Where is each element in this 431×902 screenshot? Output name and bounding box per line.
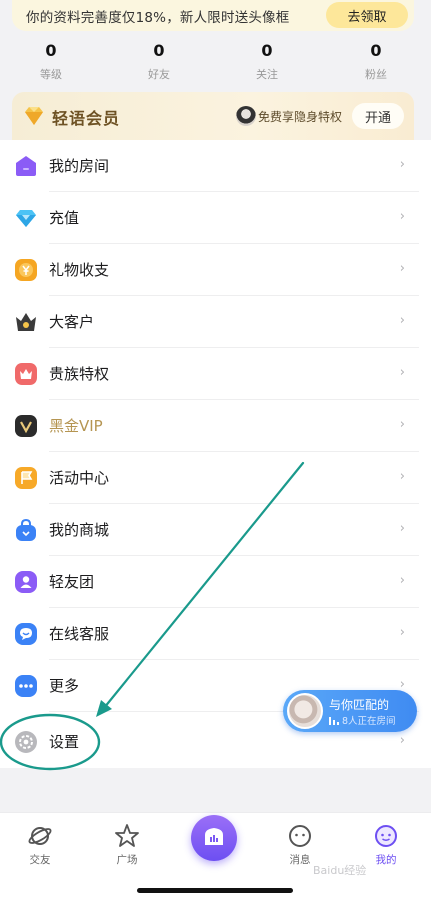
chevron-right-icon: › xyxy=(399,469,405,484)
chevron-right-icon: › xyxy=(399,261,405,276)
more-dots-icon xyxy=(15,675,37,697)
menu-label: 我的房间 xyxy=(49,157,110,175)
stat-following-label: 关注 xyxy=(256,68,278,81)
vip-open-button[interactable]: 开通 xyxy=(352,103,404,129)
claim-button[interactable]: 去领取 xyxy=(326,2,408,28)
watermark: Baidu经验 xyxy=(313,864,367,877)
chevron-right-icon: › xyxy=(399,365,405,380)
diamond-icon xyxy=(16,210,36,227)
stat-level[interactable]: 0 等级 xyxy=(11,40,91,85)
menu-item-vip-client[interactable]: 大客户 › xyxy=(0,296,431,348)
menu-label: 活动中心 xyxy=(49,469,110,487)
menu-item-activity-center[interactable]: 活动中心 › xyxy=(0,452,431,504)
stat-fans-label: 粉丝 xyxy=(365,68,387,81)
stat-friends[interactable]: 0 好友 xyxy=(119,40,199,85)
profile-face-icon xyxy=(375,825,397,847)
house-icon xyxy=(16,156,36,176)
menu-label: 在线客服 xyxy=(49,625,110,643)
menu-label: 更多 xyxy=(49,677,80,695)
menu-item-black-gold-vip[interactable]: 黑金VIP › xyxy=(0,400,431,452)
match-title: 与你匹配的 xyxy=(329,698,390,712)
chevron-right-icon: › xyxy=(399,417,405,432)
star-icon xyxy=(115,824,139,847)
chevron-right-icon: › xyxy=(399,521,405,536)
menu-list: 我的房间 › 充值 › 礼物收支 › 大客户 › 贵族特权 › 黑金VIP › … xyxy=(0,140,431,768)
tab-profile[interactable]: 我的 xyxy=(356,823,416,867)
vip-description: 免费享隐身特权 xyxy=(258,110,343,124)
live-room-icon xyxy=(205,828,223,845)
menu-label: 设置 xyxy=(49,733,80,751)
user-badge-icon xyxy=(15,571,37,593)
stat-fans[interactable]: 0 粉丝 xyxy=(336,40,416,85)
menu-item-gift-income[interactable]: 礼物收支 › xyxy=(0,244,431,296)
menu-item-online-service[interactable]: 在线客服 › xyxy=(0,608,431,660)
chevron-right-icon: › xyxy=(399,313,405,328)
match-subtitle: 8人正在房间 xyxy=(342,716,396,727)
tab-square[interactable]: 广场 xyxy=(97,823,157,867)
home-indicator xyxy=(137,888,293,893)
chevron-right-icon: › xyxy=(399,733,405,748)
chevron-right-icon: › xyxy=(399,625,405,640)
vip-membership-bar[interactable]: 轻语会员 免费享隐身特权 开通 xyxy=(12,92,414,140)
stat-fans-value: 0 xyxy=(370,41,382,60)
menu-label: 我的商城 xyxy=(49,521,110,539)
menu-label: 轻友团 xyxy=(49,573,95,591)
yen-coin-icon xyxy=(15,259,37,281)
sound-bars-icon xyxy=(329,717,339,725)
stat-level-label: 等级 xyxy=(40,68,62,81)
vip-title: 轻语会员 xyxy=(52,109,121,128)
profile-completion-text: 你的资料完善度仅18%，新人限时送头像框 xyxy=(26,9,290,26)
gear-icon xyxy=(15,731,37,753)
tab-label: 交友 xyxy=(29,854,51,866)
chevron-right-icon: › xyxy=(399,209,405,224)
tab-messages[interactable]: 消息 xyxy=(270,823,330,867)
menu-item-noble-privilege[interactable]: 贵族特权 › xyxy=(0,348,431,400)
gem-icon xyxy=(25,107,43,125)
menu-label: 充值 xyxy=(49,209,80,227)
menu-item-friend-group[interactable]: 轻友团 › xyxy=(0,556,431,608)
menu-label: 贵族特权 xyxy=(49,365,110,383)
stat-following-value: 0 xyxy=(261,41,273,60)
stats-row: 0 等级 0 好友 0 关注 0 粉丝 xyxy=(0,40,431,85)
planet-icon xyxy=(28,827,52,845)
menu-label: 大客户 xyxy=(49,313,95,331)
chat-service-icon xyxy=(15,623,37,645)
menu-label: 黑金VIP xyxy=(49,417,103,435)
tab-label: 广场 xyxy=(116,854,138,866)
center-live-button[interactable] xyxy=(191,815,237,861)
chevron-right-icon: › xyxy=(399,573,405,588)
vip-avatar xyxy=(236,106,256,126)
message-face-icon xyxy=(289,825,311,847)
menu-item-my-mall[interactable]: 我的商城 › xyxy=(0,504,431,556)
stat-following[interactable]: 0 关注 xyxy=(227,40,307,85)
stat-level-value: 0 xyxy=(45,41,57,60)
shopping-bag-icon xyxy=(16,518,36,541)
crown-icon xyxy=(16,313,36,331)
stat-friends-value: 0 xyxy=(153,41,165,60)
noble-icon xyxy=(15,363,37,385)
vip-v-icon xyxy=(15,415,37,437)
match-avatar xyxy=(287,693,323,729)
match-floating-button[interactable]: 与你匹配的 8人正在房间 xyxy=(283,690,417,732)
menu-item-my-room[interactable]: 我的房间 › xyxy=(0,140,431,192)
stat-friends-label: 好友 xyxy=(148,68,170,81)
menu-item-recharge[interactable]: 充值 › xyxy=(0,192,431,244)
chevron-right-icon: › xyxy=(399,157,405,172)
menu-label: 礼物收支 xyxy=(49,261,110,279)
flag-icon xyxy=(15,467,37,489)
profile-completion-banner: 你的资料完善度仅18%，新人限时送头像框 去领取 xyxy=(12,0,414,31)
tab-friends[interactable]: 交友 xyxy=(10,823,70,867)
